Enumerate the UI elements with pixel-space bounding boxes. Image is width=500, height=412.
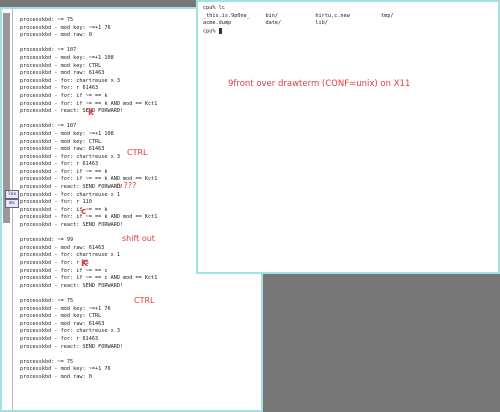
terminal-line: processkbd - for: chartreuse x 3	[20, 77, 120, 84]
terminal-line: processkbd - mod raw: 61463	[20, 70, 105, 77]
terminal-line: processkbd: ~= 107	[20, 123, 77, 130]
annotation-ctrl-1: CTRL	[127, 148, 148, 157]
title-annotation: 9front over drawterm (CONF=unix) on X11	[228, 79, 411, 89]
terminal-line: processkbd - mod raw: 61463	[20, 244, 105, 251]
terminal-line: processkbd - for: if ~= == k AND mod == …	[20, 100, 158, 107]
terminal-line: processkbd - mod key: ~=+1 76	[20, 24, 111, 31]
terminal-line: processkbd - react: SEND FORWARD!	[20, 222, 124, 229]
cpu-terminal-line: _this.is.9p0ne_ bin/ hirtu.c.new tmp/	[203, 12, 394, 19]
cpu-terminal-window[interactable]: cpu% lc _this.is.9p0ne_ bin/ hirtu.c.new …	[196, 0, 500, 274]
side-button-ms[interactable]: ms	[5, 199, 19, 208]
cpu-terminal-line: cpu%	[203, 27, 394, 36]
terminal-line: processkbd - mod raw: 0	[20, 373, 92, 380]
terminal-line: processkbd - for: r 61463	[20, 161, 99, 168]
terminal-line: processkbd - for: chartreuse x 1	[20, 191, 120, 198]
terminal-line: processkbd - mod key: ~=+1 76	[20, 305, 111, 312]
terminal-line: processkbd - for: if ~= == k	[20, 168, 108, 175]
terminal-line: processkbd - react: SEND FORWARD!	[20, 282, 124, 289]
terminal-line: processkbd - mod key: ~=+1 76	[20, 366, 111, 373]
terminal-line: processkbd - mod key: CTRL	[20, 313, 102, 320]
terminal-line: processkbd - react: SEND FORWARD!	[20, 343, 124, 350]
annotation-ctrl-2: CTRL	[134, 296, 155, 305]
terminal-line: processkbd - mod raw: 61463	[20, 320, 105, 327]
terminal-line: processkbd - mod key: ~=+1 108	[20, 54, 114, 61]
annotation-k-1: k	[88, 108, 94, 118]
cpu-terminal-line: cpu% lc	[203, 5, 225, 11]
terminal-line: processkbd - for: r 61463	[20, 85, 99, 92]
terminal-line: processkbd - for: if ~= == c	[20, 267, 108, 274]
terminal-line: processkbd - for: r 15	[20, 260, 89, 266]
terminal-line: processkbd - for: if ~= == k AND mod == …	[20, 214, 158, 221]
terminal-output[interactable]: processkbd: ~= 75 processkbd - mod key: ~…	[20, 17, 157, 382]
terminal-line: processkbd - for: if ~= == k	[20, 92, 108, 99]
annotation-shift-out: shift out	[122, 234, 155, 243]
terminal-line: processkbd - mod key: CTRL	[20, 62, 102, 69]
terminal-line: processkbd: ~= 107	[20, 47, 77, 54]
annotation-n-unknown: n ???	[116, 181, 137, 190]
cpu-terminal-output[interactable]: cpu% lc _this.is.9p0ne_ bin/ hirtu.c.new …	[203, 5, 394, 36]
terminal-line: processkbd - for: if ~= == k AND mod == …	[20, 176, 158, 183]
terminal-line: processkbd - mod key: ~=+1 108	[20, 130, 114, 137]
terminal-line: processkbd - for: r 61463	[20, 335, 99, 342]
terminal-line: processkbd - for: if ~= == k	[20, 206, 108, 213]
terminal-line: processkbd - for: chartreuse x 3	[20, 328, 120, 335]
cpu-terminal-line: acme.dump date/ lib/	[203, 20, 328, 27]
side-button-lnx[interactable]: lnx	[5, 190, 19, 199]
terminal-line: processkbd: ~= 75	[20, 358, 74, 365]
terminal-line: processkbd - for: r 110	[20, 199, 92, 206]
terminal-line: processkbd - mod raw: 0	[20, 32, 92, 39]
scrollbar[interactable]	[2, 9, 13, 410]
terminal-line: processkbd - react: SEND FORWARD!	[20, 184, 124, 191]
terminal-line: processkbd: ~= 75	[20, 17, 74, 23]
terminal-line: processkbd - for: if ~= == c AND mod == …	[20, 275, 158, 282]
annotation-k-upper: K	[81, 259, 88, 269]
text-cursor	[218, 27, 222, 34]
terminal-line: processkbd - mod key: CTRL	[20, 138, 102, 145]
annotation-c: c	[81, 207, 87, 217]
terminal-line: processkbd - for: chartreuse x 1	[20, 252, 120, 259]
